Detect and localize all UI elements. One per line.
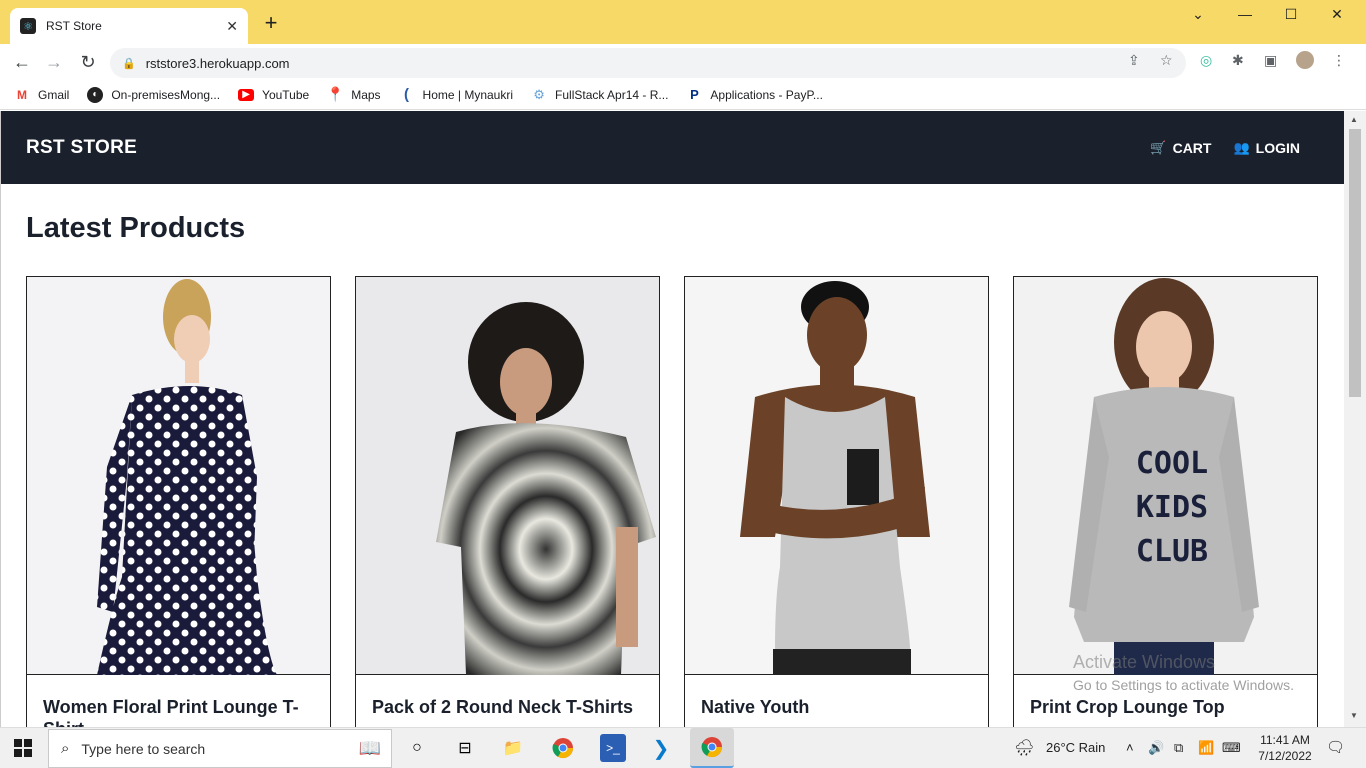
bookmark-gmail[interactable]: M Gmail: [14, 87, 69, 103]
minimize-icon[interactable]: —: [1230, 6, 1260, 22]
windows-taskbar: ⌕ Type here to search 📖 ○ ⊟ 📁 >_ ❯ 🌧 26°…: [0, 727, 1366, 768]
taskbar-search-input[interactable]: ⌕ Type here to search 📖: [48, 729, 392, 768]
taskbar-clock[interactable]: 11:41 AM 7/12/2022: [1250, 732, 1320, 764]
url-text[interactable]: rststore3.herokuapp.com: [146, 56, 290, 71]
naukri-icon: (: [404, 86, 410, 103]
bookmark-label: Home | Mynaukri: [422, 87, 514, 102]
youtube-icon: ▶: [238, 88, 255, 101]
fullstack-icon: ⚙: [533, 86, 545, 102]
search-placeholder: Type here to search: [81, 740, 206, 757]
cart-label: CART: [1172, 139, 1212, 156]
cart-link[interactable]: 🛒 CART: [1150, 140, 1211, 156]
activate-windows-subtitle: Go to Settings to activate Windows.: [1073, 677, 1294, 693]
paypal-icon: P: [690, 87, 699, 102]
bookmark-maps[interactable]: 📍 Maps: [326, 86, 381, 103]
bookmarks-bar: M Gmail ◐ On-premisesMong... ▶ YouTube 📍…: [0, 80, 1366, 110]
product-image-woman-cool-kids-club[interactable]: COOL KIDS CLUB: [1014, 277, 1317, 675]
login-link[interactable]: 👥 LOGIN: [1233, 140, 1300, 156]
address-bar[interactable]: 🔒 rststore3.herokuapp.com: [110, 48, 1186, 78]
search-icon: ⌕: [61, 740, 70, 757]
show-hidden-icons-icon[interactable]: ˄: [1126, 740, 1134, 755]
product-card[interactable]: Pack of 2 Round Neck T-Shirts: [355, 276, 660, 727]
bookmark-star-icon[interactable]: ☆: [1160, 52, 1173, 69]
close-tab-icon[interactable]: ✕: [226, 18, 238, 35]
bookmark-youtube[interactable]: ▶ YouTube: [238, 88, 309, 102]
bookmark-label: Maps: [351, 87, 381, 102]
weather-text[interactable]: 26°C Rain: [1046, 740, 1105, 755]
chrome-active-icon[interactable]: [690, 728, 734, 768]
product-name[interactable]: Native Youth: [685, 675, 988, 718]
side-panel-icon[interactable]: ▣: [1264, 52, 1277, 69]
new-tab-icon[interactable]: +: [260, 12, 282, 34]
notifications-icon[interactable]: 🗨: [1326, 738, 1345, 756]
search-highlight-icon: 📖: [358, 738, 381, 758]
back-icon[interactable]: ←: [10, 50, 34, 74]
tab-search-chevron-icon[interactable]: ⌄: [1183, 6, 1213, 23]
users-icon: 👥: [1233, 139, 1250, 155]
product-image-man-tie-dye[interactable]: [356, 277, 659, 675]
brand-logo[interactable]: RST STORE: [26, 137, 1128, 159]
product-name[interactable]: Pack of 2 Round Neck T-Shirts: [356, 675, 659, 718]
product-card[interactable]: Women Floral Print Lounge T-Shirt: [26, 276, 331, 727]
gmail-icon: M: [17, 87, 27, 102]
tab-title: RST Store: [46, 19, 102, 33]
page-viewport: RST STORE 🛒 CART 👥 LOGIN Latest Products: [0, 111, 1344, 727]
cart-icon: 🛒: [1150, 139, 1167, 155]
forward-icon[interactable]: →: [42, 50, 66, 74]
product-image-woman-polka-dot[interactable]: [27, 277, 330, 675]
file-explorer-icon[interactable]: 📁: [498, 734, 528, 762]
bookmark-mongo[interactable]: ◐ On-premisesMong...: [87, 86, 221, 103]
windows-start-icon[interactable]: [14, 739, 32, 757]
share-icon[interactable]: ⇪: [1128, 52, 1140, 69]
meet-now-icon[interactable]: ⧉: [1174, 740, 1183, 756]
browser-toolbar: ← → ↻ 🔒 rststore3.herokuapp.com ⇪ ☆ ◎ ✱ …: [0, 44, 1366, 80]
react-favicon-icon: ⚛: [20, 18, 36, 34]
bookmark-paypal[interactable]: P Applications - PayP...: [686, 87, 823, 103]
product-name[interactable]: Women Floral Print Lounge T-Shirt: [27, 675, 330, 727]
scroll-down-icon[interactable]: ▼: [1350, 711, 1358, 720]
extension-circle-icon[interactable]: ◎: [1200, 52, 1212, 69]
product-image-man-tank-top[interactable]: [685, 277, 988, 675]
globe-icon: ◐: [87, 86, 104, 103]
powershell-icon[interactable]: >_: [600, 734, 626, 762]
site-navbar: RST STORE 🛒 CART 👥 LOGIN: [1, 111, 1344, 184]
browser-tab[interactable]: ⚛ RST Store ✕: [10, 8, 248, 44]
bookmark-label: Applications - PayP...: [710, 87, 823, 102]
bookmark-label: YouTube: [262, 87, 310, 102]
weather-rain-icon[interactable]: 🌧: [1014, 738, 1034, 758]
scroll-up-icon[interactable]: ▲: [1350, 115, 1358, 124]
vscode-icon[interactable]: ❯: [646, 734, 676, 762]
bookmark-fullstack[interactable]: ⚙ FullStack Apr14 - R...: [531, 87, 668, 103]
bookmark-label: FullStack Apr14 - R...: [555, 87, 669, 102]
clock-date: 7/12/2022: [1258, 749, 1312, 763]
task-view-icon[interactable]: ○: [402, 734, 432, 762]
profile-avatar[interactable]: [1296, 51, 1314, 69]
maximize-icon[interactable]: ☐: [1276, 6, 1306, 23]
bookmark-label: On-premisesMong...: [111, 87, 221, 102]
reload-icon[interactable]: ↻: [76, 50, 100, 74]
bookmark-label: Gmail: [38, 87, 70, 102]
volume-icon[interactable]: 🔊: [1148, 740, 1164, 756]
browser-titlebar: ⚛ RST Store ✕ + ⌄ — ☐ ✕: [0, 0, 1366, 44]
lock-icon[interactable]: 🔒: [122, 57, 136, 70]
sweater-print-text: COOL KIDS CLUB: [1135, 446, 1209, 569]
page-title: Latest Products: [26, 212, 246, 244]
extensions-puzzle-icon[interactable]: ✱: [1232, 52, 1244, 69]
scrollbar-thumb[interactable]: [1349, 129, 1361, 397]
wifi-icon[interactable]: 📶: [1198, 740, 1214, 756]
menu-kebab-icon[interactable]: ⋮: [1332, 52, 1346, 69]
page-scrollbar[interactable]: ▲ ▼: [1344, 111, 1366, 727]
widgets-icon[interactable]: ⊟: [450, 734, 480, 762]
close-window-icon[interactable]: ✕: [1322, 6, 1352, 23]
product-card[interactable]: Native Youth: [684, 276, 989, 727]
activate-windows-title: Activate Windows: [1073, 652, 1216, 672]
chrome-icon[interactable]: [548, 734, 578, 762]
clock-time: 11:41 AM: [1260, 733, 1310, 747]
bookmark-naukri[interactable]: ( Home | Mynaukri: [399, 86, 514, 103]
keyboard-icon[interactable]: ⌨: [1222, 740, 1241, 756]
login-label: LOGIN: [1255, 139, 1300, 156]
maps-pin-icon: 📍: [326, 86, 344, 102]
